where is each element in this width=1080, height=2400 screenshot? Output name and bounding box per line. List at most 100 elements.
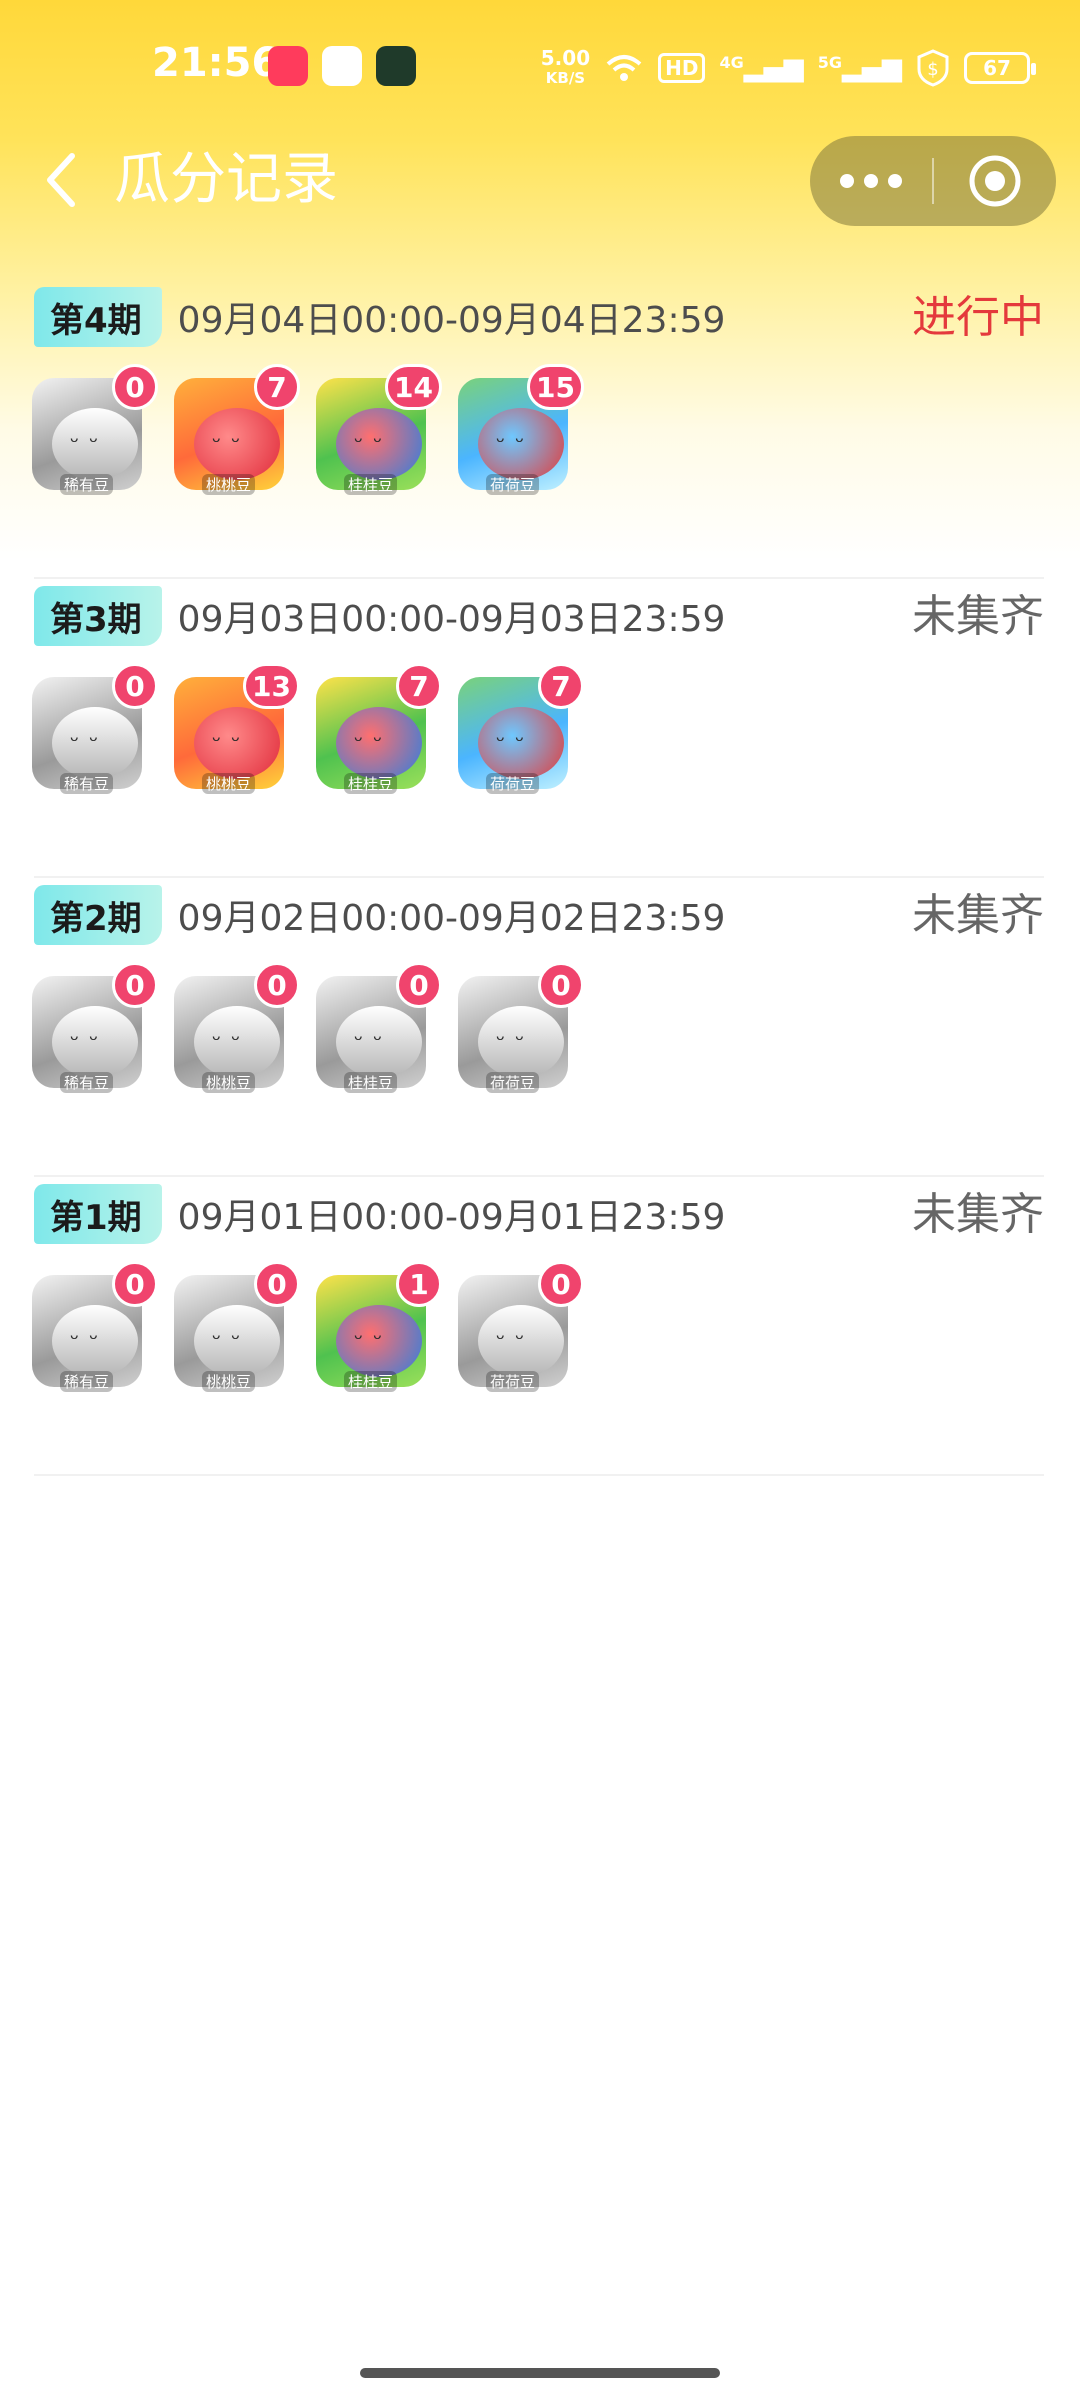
target-close-icon xyxy=(969,155,1021,207)
card-item[interactable]: ᵕᵕ 桂桂豆 1 xyxy=(308,1261,442,1392)
count-badge: 0 xyxy=(254,962,300,1008)
svg-text:$: $ xyxy=(927,59,938,80)
card-item[interactable]: ᵕᵕ 桃桃豆 0 xyxy=(166,962,300,1093)
count-badge: 15 xyxy=(527,364,584,410)
wifi-icon xyxy=(606,55,642,81)
chevron-left-icon xyxy=(47,153,75,207)
period-header: 第2期 09月02日00:00-09月02日23:59 xyxy=(34,884,725,946)
card-item[interactable]: ᵕᵕ 桂桂豆 14 xyxy=(308,364,442,495)
period-header: 第3期 09月03日00:00-09月03日23:59 xyxy=(34,585,725,647)
card-label: 桂桂豆 xyxy=(344,773,398,794)
count-badge: 0 xyxy=(112,663,158,709)
card-eyes: ᵕᵕ xyxy=(70,1028,109,1053)
card-label: 稀有豆 xyxy=(60,773,114,794)
period-card-3: 第2期 09月02日00:00-09月02日23:59 未集齐 ᵕᵕ 稀有豆 0… xyxy=(0,878,1080,1177)
back-button[interactable] xyxy=(30,148,94,212)
card-eyes: ᵕᵕ xyxy=(496,1327,535,1352)
status-indicators: 5.00 KB/S HD 4G▂▄▆ 5G▂▄▆ $ 67 xyxy=(541,46,1036,90)
more-dots-icon xyxy=(840,174,902,188)
card-item[interactable]: ᵕᵕ 荷荷豆 0 xyxy=(450,962,584,1093)
count-badge: 0 xyxy=(538,1261,584,1307)
status-bar: 21:56 5.00 KB/S HD 4G▂▄▆ 5G▂▄▆ $ 67 xyxy=(0,0,1080,140)
period-range: 09月04日00:00-09月04日23:59 xyxy=(177,300,726,341)
count-badge: 7 xyxy=(254,364,300,410)
net-speed-value: 5.00 xyxy=(540,46,591,70)
music-app-icon xyxy=(268,46,308,86)
count-badge: 7 xyxy=(538,663,584,709)
separator xyxy=(34,1474,1044,1476)
period-range: 09月02日00:00-09月02日23:59 xyxy=(177,898,726,939)
count-badge: 0 xyxy=(112,962,158,1008)
card-label: 桂桂豆 xyxy=(344,1072,398,1093)
period-status: 未集齐 xyxy=(912,890,1044,941)
card-item[interactable]: ᵕᵕ 荷荷豆 0 xyxy=(450,1261,584,1392)
card-item[interactable]: ᵕᵕ 荷荷豆 7 xyxy=(450,663,584,794)
card-item[interactable]: ᵕᵕ 桃桃豆 13 xyxy=(166,663,300,794)
signal-4g-icon: 4G▂▄▆ xyxy=(719,53,804,83)
period-card-2: 第3期 09月03日00:00-09月03日23:59 未集齐 ᵕᵕ 稀有豆 0… xyxy=(0,579,1080,878)
card-label: 稀有豆 xyxy=(60,1371,114,1392)
count-badge: 7 xyxy=(396,663,442,709)
period-badge: 第1期 xyxy=(34,1184,162,1244)
hd-icon: HD xyxy=(658,53,706,83)
card-item[interactable]: ᵕᵕ 桂桂豆 0 xyxy=(308,962,442,1093)
game-app-icon xyxy=(322,46,362,86)
period-range: 09月01日00:00-09月01日23:59 xyxy=(177,1197,726,1238)
count-badge: 14 xyxy=(385,364,442,410)
status-time: 21:56 xyxy=(152,40,280,86)
card-label: 稀有豆 xyxy=(60,474,114,495)
count-badge: 0 xyxy=(254,1261,300,1307)
card-item[interactable]: ᵕᵕ 桃桃豆 7 xyxy=(166,364,300,495)
net-speed: 5.00 KB/S xyxy=(541,48,590,88)
count-badge: 0 xyxy=(112,1261,158,1307)
more-button[interactable] xyxy=(810,136,932,226)
period-header: 第1期 09月01日00:00-09月01日23:59 xyxy=(34,1183,725,1245)
count-badge: 0 xyxy=(396,962,442,1008)
card-eyes: ᵕᵕ xyxy=(354,1327,393,1352)
card-row: ᵕᵕ 稀有豆 0 ᵕᵕ 桃桃豆 0 ᵕᵕ 桂桂豆 0 ᵕᵕ 荷荷豆 0 xyxy=(24,962,584,1093)
card-item[interactable]: ᵕᵕ 桂桂豆 7 xyxy=(308,663,442,794)
card-label: 桂桂豆 xyxy=(344,1371,398,1392)
card-eyes: ᵕᵕ xyxy=(212,729,251,754)
page-title: 瓜分记录 xyxy=(114,147,338,212)
card-eyes: ᵕᵕ xyxy=(496,1028,535,1053)
net-speed-unit: KB/S xyxy=(545,69,586,87)
shield-icon: $ xyxy=(917,49,949,87)
card-eyes: ᵕᵕ xyxy=(496,729,535,754)
count-badge: 0 xyxy=(538,962,584,1008)
period-card-1: 第4期 09月04日00:00-09月04日23:59 进行中 ᵕᵕ 稀有豆 0… xyxy=(0,280,1080,579)
card-label: 桃桃豆 xyxy=(202,1371,256,1392)
period-badge: 第4期 xyxy=(34,287,162,347)
card-row: ᵕᵕ 稀有豆 0 ᵕᵕ 桃桃豆 13 ᵕᵕ 桂桂豆 7 ᵕᵕ 荷荷豆 7 xyxy=(24,663,584,794)
period-badge: 第3期 xyxy=(34,586,162,646)
card-eyes: ᵕᵕ xyxy=(354,430,393,455)
period-header: 第4期 09月04日00:00-09月04日23:59 xyxy=(34,286,725,348)
period-status: 未集齐 xyxy=(912,1189,1044,1240)
signal-5g-icon: 5G▂▄▆ xyxy=(817,53,902,83)
card-item[interactable]: ᵕᵕ 荷荷豆 15 xyxy=(450,364,584,495)
manager-app-icon xyxy=(376,46,416,86)
home-indicator[interactable] xyxy=(360,2368,720,2378)
card-item[interactable]: ᵕᵕ 稀有豆 0 xyxy=(24,364,158,495)
card-item[interactable]: ᵕᵕ 稀有豆 0 xyxy=(24,962,158,1093)
period-list: 第4期 09月04日00:00-09月04日23:59 进行中 ᵕᵕ 稀有豆 0… xyxy=(0,280,1080,1476)
card-item[interactable]: ᵕᵕ 稀有豆 0 xyxy=(24,663,158,794)
card-label: 荷荷豆 xyxy=(486,1072,540,1093)
capsule-menu xyxy=(810,136,1056,226)
card-item[interactable]: ᵕᵕ 稀有豆 0 xyxy=(24,1261,158,1392)
count-badge: 13 xyxy=(243,663,300,709)
page: 21:56 5.00 KB/S HD 4G▂▄▆ 5G▂▄▆ $ 67 瓜分记录… xyxy=(0,0,1080,2400)
card-eyes: ᵕᵕ xyxy=(70,729,109,754)
count-badge: 0 xyxy=(112,364,158,410)
battery-icon: 67 xyxy=(964,52,1036,84)
card-label: 桃桃豆 xyxy=(202,773,256,794)
card-eyes: ᵕᵕ xyxy=(354,1028,393,1053)
period-status: 未集齐 xyxy=(912,591,1044,642)
period-card-4: 第1期 09月01日00:00-09月01日23:59 未集齐 ᵕᵕ 稀有豆 0… xyxy=(0,1177,1080,1476)
close-miniapp-button[interactable] xyxy=(934,136,1056,226)
period-range: 09月03日00:00-09月03日23:59 xyxy=(177,599,726,640)
card-item[interactable]: ᵕᵕ 桃桃豆 0 xyxy=(166,1261,300,1392)
card-label: 桃桃豆 xyxy=(202,1072,256,1093)
card-eyes: ᵕᵕ xyxy=(212,1028,251,1053)
period-badge: 第2期 xyxy=(34,885,162,945)
